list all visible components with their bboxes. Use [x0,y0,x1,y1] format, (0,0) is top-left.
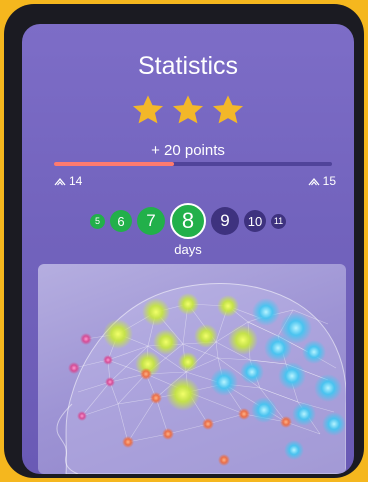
page-title: Statistics [137,52,239,80]
current-level: 14 [54,174,82,188]
day-6: 6 [110,210,132,232]
statistics-screen: Statistics + 20 points 14 15 5 6 7 8 9 1… [22,24,354,474]
level-progress-bar [54,162,332,166]
star-rating [22,94,354,131]
level-chevron-icon [54,177,66,185]
level-chevron-icon [308,177,320,185]
star-icon [211,94,245,131]
days-label: days [174,242,202,257]
star-icon [131,94,165,131]
tablet-frame: Statistics + 20 points 14 15 5 6 7 8 9 1… [4,4,364,478]
points-earned: + 20 points [151,142,225,159]
day-5: 5 [90,213,105,229]
next-level: 15 [308,174,336,188]
level-progress-fill [54,162,174,166]
day-11: 11 [271,213,286,229]
day-streak: 5 6 7 8 9 10 11 [22,200,354,242]
day-10: 10 [244,210,266,232]
current-level-number: 14 [69,174,83,188]
day-7: 7 [137,207,165,235]
star-icon [171,94,205,131]
brain-network-icon [56,283,346,474]
day-current: 8 [170,203,206,239]
brain-illustration [38,264,346,474]
day-9: 9 [211,207,239,235]
next-level-number: 15 [322,174,336,188]
